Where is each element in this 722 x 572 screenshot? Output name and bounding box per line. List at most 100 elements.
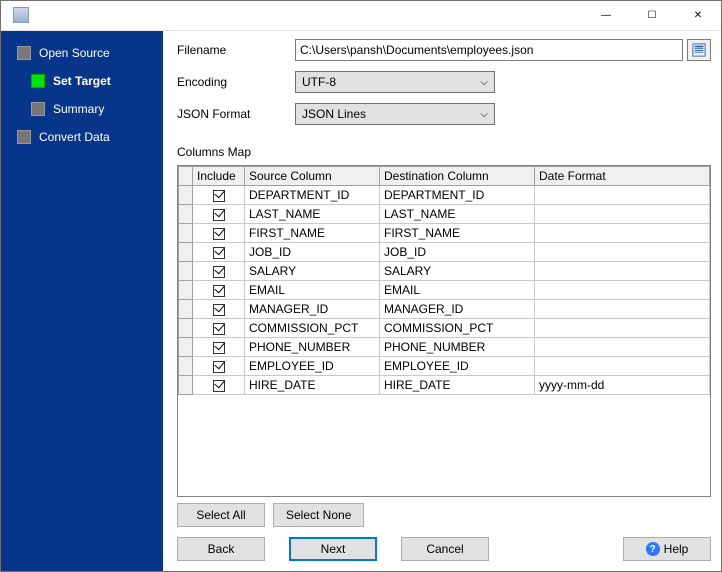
- destination-column-cell[interactable]: FIRST_NAME: [380, 224, 535, 243]
- col-header-source[interactable]: Source Column: [245, 167, 380, 186]
- destination-column-cell[interactable]: EMAIL: [380, 281, 535, 300]
- col-header-include[interactable]: Include: [193, 167, 245, 186]
- destination-column-cell[interactable]: MANAGER_ID: [380, 300, 535, 319]
- date-format-cell[interactable]: [535, 262, 710, 281]
- include-checkbox[interactable]: [213, 380, 225, 392]
- date-format-cell[interactable]: [535, 338, 710, 357]
- include-cell[interactable]: [193, 186, 245, 205]
- include-checkbox[interactable]: [213, 228, 225, 240]
- include-checkbox[interactable]: [213, 285, 225, 297]
- table-row[interactable]: HIRE_DATEHIRE_DATEyyyy-mm-dd: [179, 376, 710, 395]
- row-header: [179, 338, 193, 357]
- source-column-cell[interactable]: FIRST_NAME: [245, 224, 380, 243]
- include-checkbox[interactable]: [213, 190, 225, 202]
- wizard-step-summary[interactable]: Summary: [1, 95, 163, 123]
- include-checkbox[interactable]: [213, 304, 225, 316]
- source-column-cell[interactable]: SALARY: [245, 262, 380, 281]
- include-checkbox[interactable]: [213, 247, 225, 259]
- date-format-cell[interactable]: yyyy-mm-dd: [535, 376, 710, 395]
- date-format-cell[interactable]: [535, 281, 710, 300]
- wizard-step-convert-data[interactable]: Convert Data: [1, 123, 163, 151]
- destination-column-cell[interactable]: SALARY: [380, 262, 535, 281]
- source-column-cell[interactable]: DEPARTMENT_ID: [245, 186, 380, 205]
- source-column-cell[interactable]: HIRE_DATE: [245, 376, 380, 395]
- filename-input[interactable]: [295, 39, 683, 61]
- include-cell[interactable]: [193, 357, 245, 376]
- encoding-select[interactable]: UTF-8 ⌵: [295, 71, 495, 93]
- include-checkbox[interactable]: [213, 342, 225, 354]
- col-header-destination[interactable]: Destination Column: [380, 167, 535, 186]
- select-none-button[interactable]: Select None: [273, 503, 364, 527]
- table-row[interactable]: EMPLOYEE_IDEMPLOYEE_ID: [179, 357, 710, 376]
- include-cell[interactable]: [193, 205, 245, 224]
- source-column-cell[interactable]: EMAIL: [245, 281, 380, 300]
- include-cell[interactable]: [193, 376, 245, 395]
- source-column-cell[interactable]: COMMISSION_PCT: [245, 319, 380, 338]
- destination-column-cell[interactable]: DEPARTMENT_ID: [380, 186, 535, 205]
- date-format-cell[interactable]: [535, 357, 710, 376]
- include-cell[interactable]: [193, 300, 245, 319]
- include-cell[interactable]: [193, 319, 245, 338]
- source-column-cell[interactable]: JOB_ID: [245, 243, 380, 262]
- include-checkbox[interactable]: [213, 209, 225, 221]
- include-cell[interactable]: [193, 338, 245, 357]
- include-checkbox[interactable]: [213, 361, 225, 373]
- maximize-button[interactable]: ☐: [629, 1, 675, 31]
- include-checkbox[interactable]: [213, 323, 225, 335]
- include-cell[interactable]: [193, 281, 245, 300]
- col-header-date-format[interactable]: Date Format: [535, 167, 710, 186]
- date-format-cell[interactable]: [535, 243, 710, 262]
- step-node-icon: [31, 102, 45, 116]
- select-all-button[interactable]: Select All: [177, 503, 265, 527]
- date-format-cell[interactable]: [535, 205, 710, 224]
- row-header: [179, 205, 193, 224]
- step-node-icon: [17, 130, 31, 144]
- wizard-step-set-target[interactable]: Set Target: [1, 67, 163, 95]
- next-button[interactable]: Next: [289, 537, 377, 561]
- source-column-cell[interactable]: LAST_NAME: [245, 205, 380, 224]
- destination-column-cell[interactable]: EMPLOYEE_ID: [380, 357, 535, 376]
- destination-column-cell[interactable]: HIRE_DATE: [380, 376, 535, 395]
- destination-column-cell[interactable]: COMMISSION_PCT: [380, 319, 535, 338]
- table-row[interactable]: COMMISSION_PCTCOMMISSION_PCT: [179, 319, 710, 338]
- date-format-cell[interactable]: [535, 224, 710, 243]
- source-column-cell[interactable]: MANAGER_ID: [245, 300, 380, 319]
- source-column-cell[interactable]: PHONE_NUMBER: [245, 338, 380, 357]
- columns-map-label: Columns Map: [177, 145, 711, 159]
- table-row[interactable]: LAST_NAMELAST_NAME: [179, 205, 710, 224]
- include-cell[interactable]: [193, 262, 245, 281]
- destination-column-cell[interactable]: JOB_ID: [380, 243, 535, 262]
- include-cell[interactable]: [193, 243, 245, 262]
- help-button[interactable]: ? Help: [623, 537, 711, 561]
- include-cell[interactable]: [193, 224, 245, 243]
- browse-button[interactable]: [687, 39, 711, 61]
- cancel-button[interactable]: Cancel: [401, 537, 489, 561]
- row-header: [179, 281, 193, 300]
- date-format-cell[interactable]: [535, 186, 710, 205]
- table-row[interactable]: MANAGER_IDMANAGER_ID: [179, 300, 710, 319]
- filename-label: Filename: [177, 43, 295, 57]
- date-format-cell[interactable]: [535, 319, 710, 338]
- table-row[interactable]: JOB_IDJOB_ID: [179, 243, 710, 262]
- step-label: Summary: [53, 102, 104, 116]
- table-row[interactable]: EMAILEMAIL: [179, 281, 710, 300]
- help-label: Help: [664, 542, 689, 556]
- destination-column-cell[interactable]: LAST_NAME: [380, 205, 535, 224]
- table-row[interactable]: DEPARTMENT_IDDEPARTMENT_ID: [179, 186, 710, 205]
- columns-map-grid[interactable]: Include Source Column Destination Column…: [177, 165, 711, 497]
- step-label: Set Target: [53, 74, 111, 88]
- back-button[interactable]: Back: [177, 537, 265, 561]
- browse-icon: [692, 43, 706, 57]
- destination-column-cell[interactable]: PHONE_NUMBER: [380, 338, 535, 357]
- json-format-select[interactable]: JSON Lines ⌵: [295, 103, 495, 125]
- source-column-cell[interactable]: EMPLOYEE_ID: [245, 357, 380, 376]
- close-button[interactable]: ✕: [675, 1, 721, 31]
- date-format-cell[interactable]: [535, 300, 710, 319]
- grid-header-row: Include Source Column Destination Column…: [179, 167, 710, 186]
- table-row[interactable]: SALARYSALARY: [179, 262, 710, 281]
- wizard-step-open-source[interactable]: Open Source: [1, 39, 163, 67]
- table-row[interactable]: PHONE_NUMBERPHONE_NUMBER: [179, 338, 710, 357]
- include-checkbox[interactable]: [213, 266, 225, 278]
- table-row[interactable]: FIRST_NAMEFIRST_NAME: [179, 224, 710, 243]
- minimize-button[interactable]: —: [583, 1, 629, 31]
